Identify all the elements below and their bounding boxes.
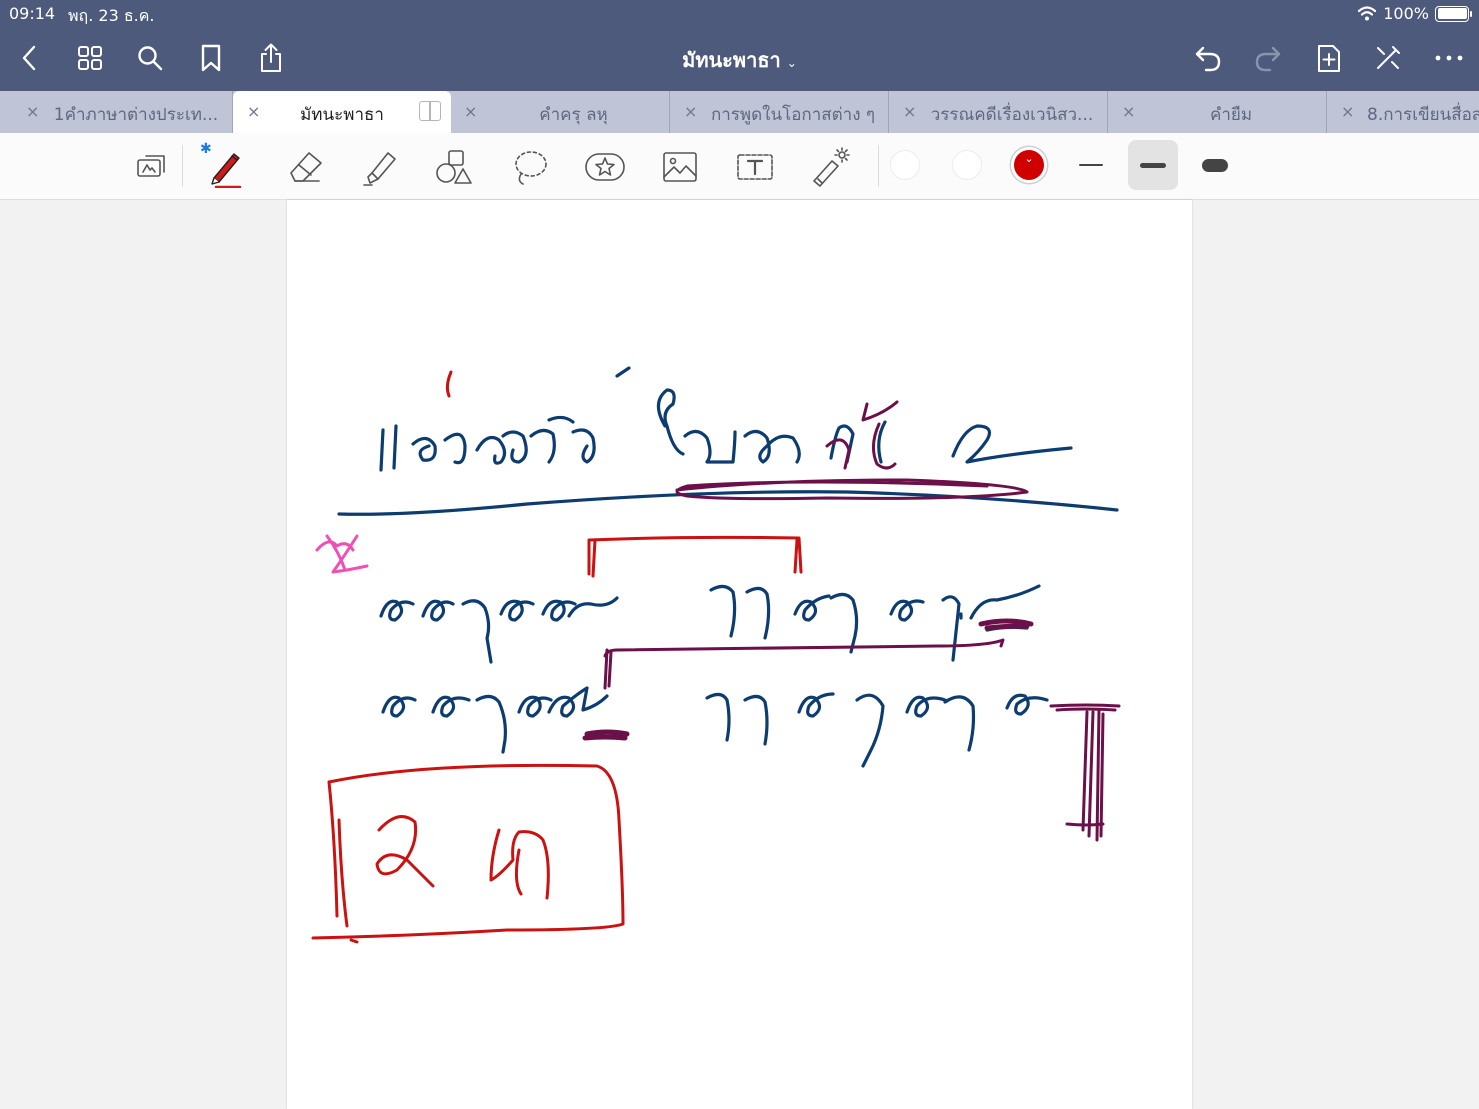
bookmark-button[interactable] <box>193 40 229 76</box>
image-tool[interactable] <box>656 143 704 191</box>
more-icon <box>1435 55 1463 61</box>
toolbar-divider <box>878 145 879 187</box>
close-pencil-button[interactable] <box>1370 40 1406 76</box>
add-page-button[interactable] <box>1311 40 1347 76</box>
text-tool[interactable] <box>731 143 779 191</box>
redo-button[interactable] <box>1250 40 1286 76</box>
stroke-thick-icon <box>1202 158 1228 172</box>
ink-pink-strokes <box>315 534 369 574</box>
document-title-button[interactable]: มัทนะพาธา ⌄ <box>682 48 797 72</box>
close-tab-icon[interactable]: × <box>464 102 477 121</box>
tab-label: มัทนะพาธา <box>300 105 384 125</box>
stroke-width-thin[interactable] <box>1066 140 1116 190</box>
color-swatch-1[interactable] <box>890 150 920 180</box>
eraser-tool[interactable] <box>280 143 328 191</box>
more-button[interactable] <box>1431 40 1467 76</box>
undo-button[interactable] <box>1190 40 1226 76</box>
elements-tool[interactable] <box>581 143 629 191</box>
close-tab-icon[interactable]: × <box>903 102 916 121</box>
close-tab-icon[interactable]: × <box>684 102 697 121</box>
color-swatch-2[interactable] <box>952 150 982 180</box>
read-mode-icon <box>137 155 165 177</box>
add-page-icon <box>1318 45 1340 72</box>
read-mode-button[interactable] <box>128 143 176 191</box>
stroke-width-medium[interactable] <box>1128 140 1178 190</box>
share-icon <box>261 43 281 72</box>
tab-label: คำยืม <box>1209 105 1253 125</box>
tab-4[interactable]: × การพูดในโอกาสต่าง ๆ <box>670 91 889 133</box>
tab-active[interactable]: × มัทนะพาธา <box>233 91 451 133</box>
stroke-medium-icon <box>1140 162 1166 168</box>
share-button[interactable] <box>253 40 289 76</box>
close-tab-icon[interactable]: × <box>1122 102 1135 121</box>
tab-5[interactable]: × วรรณคดีเรื่องเวนิสว... <box>889 91 1108 133</box>
status-time: 09:14 <box>9 4 56 23</box>
bookmark-icon <box>201 44 221 72</box>
stroke-thin-icon <box>1079 164 1103 166</box>
close-pencil-icon <box>1377 46 1400 69</box>
search-button[interactable] <box>132 40 168 76</box>
tab-label: 1คำภาษาต่างประเท... <box>53 105 219 125</box>
bluetooth-icon: ✱ <box>200 141 212 157</box>
tab-strip: × 1คำภาษาต่างประเท... × คำครุ ลหุ × การพ… <box>0 91 1479 133</box>
ink-blue-strokes <box>337 366 1119 768</box>
handwriting-canvas[interactable] <box>287 200 1192 1109</box>
pen-tool[interactable]: ✱ <box>200 141 248 191</box>
shapes-icon <box>436 150 472 184</box>
text-icon <box>737 154 773 180</box>
close-tab-icon[interactable]: × <box>26 102 39 121</box>
tab-label: การพูดในโอกาสต่าง ๆ <box>710 105 876 125</box>
back-button[interactable] <box>12 40 48 76</box>
status-bar: 09:14 พฤ. 23 ธ.ค. 100% <box>0 0 1479 28</box>
highlighter-tool[interactable] <box>355 143 403 191</box>
chevron-down-icon: ⌄ <box>786 56 797 70</box>
grid-icon <box>78 46 102 70</box>
tab-6[interactable]: × คำยืม <box>1108 91 1327 133</box>
highlighter-icon <box>363 152 396 186</box>
wifi-icon <box>1358 5 1377 20</box>
tab-1[interactable]: × 1คำภาษาต่างประเท... <box>12 91 233 133</box>
top-bar: 09:14 พฤ. 23 ธ.ค. 100% มัทนะพาธา ⌄ <box>0 0 1479 91</box>
search-icon <box>138 46 163 71</box>
split-view-icon[interactable] <box>419 101 441 121</box>
status-date: พฤ. 23 ธ.ค. <box>68 6 155 25</box>
undo-icon <box>1195 46 1221 72</box>
close-tab-icon[interactable]: × <box>1341 102 1354 121</box>
battery-percent: 100% <box>1383 4 1429 23</box>
toolbar-divider <box>182 145 183 187</box>
battery-icon <box>1435 5 1472 22</box>
ink-red-strokes <box>311 370 803 944</box>
tab-7[interactable]: × 8.การเขียนสื่อส <box>1327 91 1479 133</box>
back-icon <box>22 45 36 71</box>
laser-pointer-tool[interactable] <box>806 143 854 191</box>
laser-pointer-icon <box>813 147 850 187</box>
color-swatch-selected[interactable] <box>1014 150 1044 180</box>
stroke-width-thick[interactable] <box>1190 140 1240 190</box>
lasso-tool[interactable] <box>506 143 554 191</box>
redo-icon <box>1255 46 1281 72</box>
tab-3[interactable]: × คำครุ ลหุ <box>450 91 670 133</box>
elements-icon <box>585 153 625 181</box>
shapes-tool[interactable] <box>430 143 478 191</box>
note-page[interactable] <box>287 200 1192 1109</box>
lasso-icon <box>515 151 547 185</box>
ink-purple-strokes <box>582 400 1121 842</box>
tab-label: 8.การเขียนสื่อส <box>1367 105 1479 125</box>
image-icon <box>663 152 697 182</box>
document-title-text: มัทนะพาธา <box>682 48 781 72</box>
tab-label: คำครุ ลหุ <box>539 105 608 125</box>
tool-bar: ✱ <box>0 133 1479 200</box>
tab-label: วรรณคดีเรื่องเวนิสว... <box>930 105 1094 125</box>
eraser-icon <box>290 152 322 182</box>
thumbnails-button[interactable] <box>72 40 108 76</box>
close-tab-icon[interactable]: × <box>247 102 260 121</box>
status-right: 100% <box>1357 4 1472 23</box>
